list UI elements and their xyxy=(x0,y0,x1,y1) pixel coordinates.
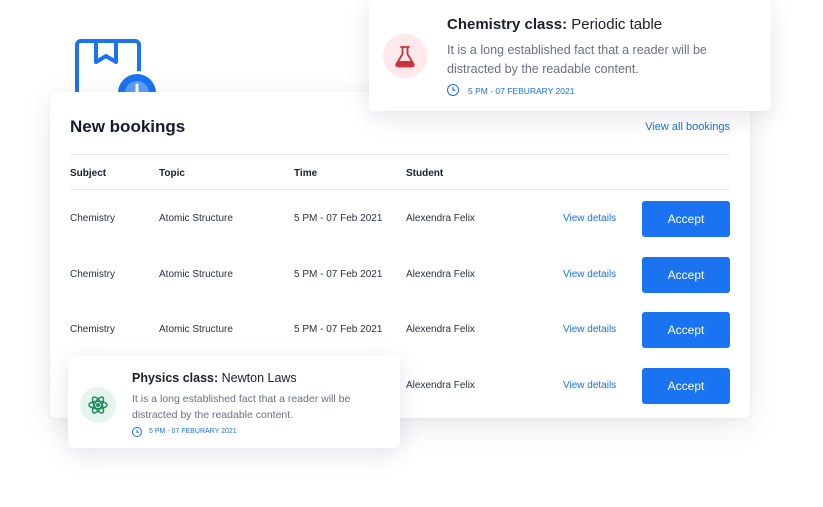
flask-icon xyxy=(383,34,427,78)
view-details-link[interactable]: View details xyxy=(563,380,616,391)
student-cell: Alexendra Felix xyxy=(406,324,475,335)
time-cell: 5 PM - 07 Feb 2021 xyxy=(294,213,383,224)
notification-title: Chemistry class: Periodic table xyxy=(447,16,662,33)
column-header-topic: Topic xyxy=(159,168,185,179)
student-cell: Alexendra Felix xyxy=(406,380,475,391)
table-row: Chemistry Atomic Structure 5 PM - 07 Feb… xyxy=(50,201,750,237)
accept-button[interactable]: Accept xyxy=(642,312,730,348)
subject-cell: Chemistry xyxy=(70,324,116,335)
view-details-link[interactable]: View details xyxy=(563,324,616,335)
accept-button[interactable]: Accept xyxy=(642,257,730,293)
time-cell: 5 PM - 07 Feb 2021 xyxy=(294,269,383,280)
view-details-link[interactable]: View details xyxy=(563,269,616,280)
view-all-bookings-link[interactable]: View all bookings xyxy=(645,121,730,133)
notification-title: Physics class: Newton Laws xyxy=(132,371,297,385)
chemistry-class-notification[interactable]: Chemistry class: Periodic table It is a … xyxy=(369,0,771,111)
notification-time: 5 PM - 07 FEBURARY 2021 xyxy=(468,86,575,96)
topic-cell: Atomic Structure xyxy=(159,213,233,224)
notification-title-rest: Newton Laws xyxy=(218,371,297,385)
notification-body: It is a long established fact that a rea… xyxy=(132,393,351,421)
column-header-time: Time xyxy=(294,168,318,179)
view-details-link[interactable]: View details xyxy=(563,213,616,224)
card-title: New bookings xyxy=(70,117,186,136)
subject-cell: Chemistry xyxy=(70,269,116,280)
topic-cell: Atomic Structure xyxy=(159,324,233,335)
time-cell: 5 PM - 07 Feb 2021 xyxy=(294,324,383,335)
notification-title-bold: Chemistry class: xyxy=(447,16,568,33)
accept-button[interactable]: Accept xyxy=(642,368,730,404)
clock-icon xyxy=(132,427,142,437)
clock-icon xyxy=(447,84,459,96)
table-row: Chemistry Atomic Structure 5 PM - 07 Feb… xyxy=(50,312,750,348)
accept-button[interactable]: Accept xyxy=(642,201,730,237)
column-header-subject: Subject xyxy=(70,168,107,179)
divider xyxy=(70,189,730,190)
physics-class-notification[interactable]: Physics class: Newton Laws It is a long … xyxy=(68,356,400,448)
notification-title-rest: Periodic table xyxy=(567,16,663,33)
notification-title-bold: Physics class: xyxy=(132,371,219,385)
notification-time: 5 PM - 07 FEBURARY 2021 xyxy=(149,428,237,435)
atom-icon xyxy=(80,387,116,423)
column-header-student: Student xyxy=(406,168,444,179)
student-cell: Alexendra Felix xyxy=(406,269,475,280)
topic-cell: Atomic Structure xyxy=(159,269,233,280)
student-cell: Alexendra Felix xyxy=(406,213,475,224)
subject-cell: Chemistry xyxy=(70,213,116,224)
notification-body: It is a long established fact that a rea… xyxy=(447,43,707,76)
divider xyxy=(70,154,730,155)
table-row: Chemistry Atomic Structure 5 PM - 07 Feb… xyxy=(50,257,750,293)
